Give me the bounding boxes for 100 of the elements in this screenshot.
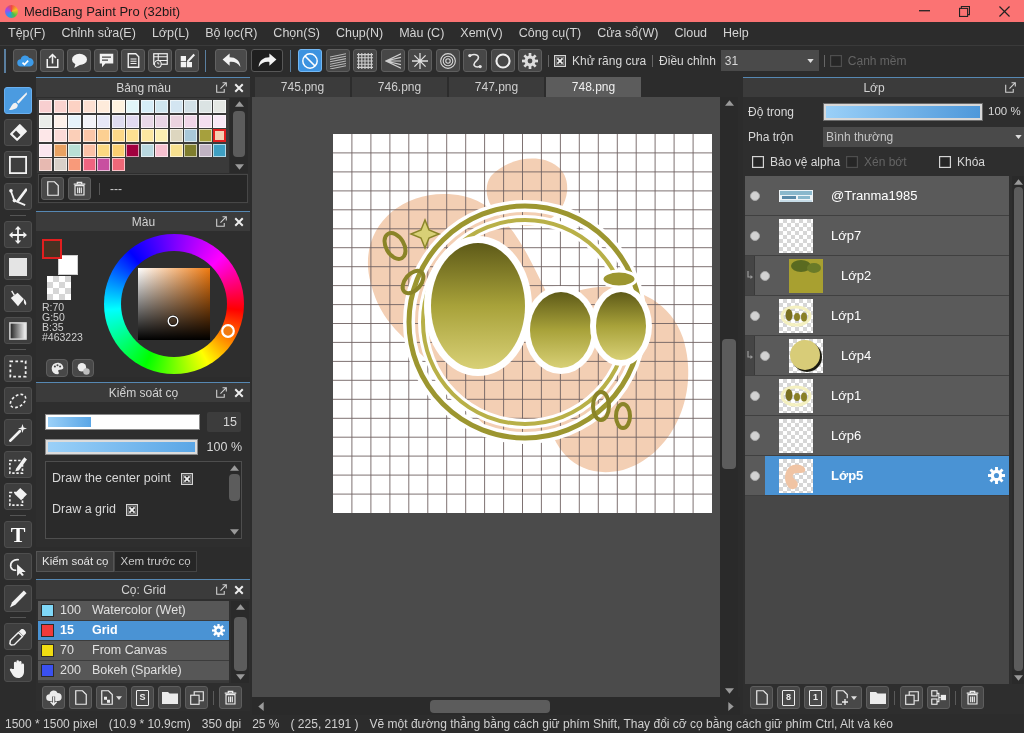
document-tab[interactable]: 747.png: [449, 77, 544, 97]
close-icon[interactable]: [998, 5, 1010, 17]
lasso-tool-button[interactable]: [4, 387, 32, 414]
scroll-thumb[interactable]: [233, 617, 247, 671]
script-button[interactable]: S: [131, 686, 154, 709]
minimize-icon[interactable]: [918, 10, 930, 12]
color-mix-button[interactable]: [72, 359, 94, 377]
correction-dropdown[interactable]: 31: [720, 50, 819, 71]
layer-row[interactable]: Lớp7: [745, 216, 1009, 256]
restore-icon[interactable]: [958, 5, 970, 17]
radial-snap-button[interactable]: [408, 49, 432, 72]
hand-tool-button[interactable]: [4, 655, 32, 682]
vertical-scrollbar[interactable]: [231, 601, 249, 683]
operation-tool-button[interactable]: [4, 553, 32, 580]
cloud-button[interactable]: [13, 49, 37, 72]
brush-tool-button[interactable]: [4, 87, 32, 114]
layout-button[interactable]: [175, 49, 199, 72]
palette-button[interactable]: [46, 359, 68, 377]
panel-tab[interactable]: Xem trước cọ: [114, 551, 197, 572]
transparent-color-swatch[interactable]: [47, 276, 71, 300]
magic-wand-tool-button[interactable]: [4, 419, 32, 446]
settings-icon[interactable]: [212, 624, 225, 637]
document-tab[interactable]: 745.png: [255, 77, 350, 97]
undock-icon[interactable]: [1005, 82, 1016, 93]
layer-row[interactable]: @Tranma1985: [745, 176, 1009, 216]
grid-snap-button[interactable]: [353, 49, 377, 72]
snap-off-button[interactable]: [298, 49, 322, 72]
menu-item[interactable]: Màu (C): [391, 22, 453, 45]
size-slider[interactable]: [45, 414, 200, 430]
comment-button[interactable]: [67, 49, 91, 72]
undock-icon[interactable]: [216, 584, 227, 595]
brush-row[interactable]: 200 Bokeh (Sparkle): [38, 661, 229, 681]
menu-item[interactable]: Lớp(L): [143, 22, 198, 45]
polyline-tool-button[interactable]: [4, 183, 32, 210]
circle-marker-icon[interactable]: [221, 324, 235, 338]
menu-item[interactable]: Tệp(F): [0, 22, 54, 45]
shape-tool-button[interactable]: [4, 151, 32, 178]
message-button[interactable]: [94, 49, 118, 72]
folder-button[interactable]: [158, 686, 181, 709]
snap-settings-button[interactable]: [518, 49, 542, 72]
brush-row[interactable]: 100 Watercolor (Wet): [38, 601, 229, 621]
menu-item[interactable]: Xem(V): [452, 22, 511, 45]
scroll-thumb[interactable]: [233, 111, 245, 157]
export-button[interactable]: [40, 49, 64, 72]
add-layer-button[interactable]: [831, 686, 862, 709]
menu-item[interactable]: Công cụ(T): [510, 22, 590, 45]
undock-icon[interactable]: [216, 387, 227, 398]
blend-mode-dropdown[interactable]: Bình thường: [823, 127, 1024, 147]
size-value-field[interactable]: 15: [207, 412, 241, 432]
new-1bit-layer-button[interactable]: 1: [804, 686, 827, 709]
merge-button[interactable]: [927, 686, 950, 709]
vanishing-point-snap-button[interactable]: [380, 49, 405, 72]
duplicate-button[interactable]: [900, 686, 923, 709]
menu-item[interactable]: Cửa sổ(W): [589, 22, 667, 45]
new-button[interactable]: [41, 177, 64, 200]
menu-item[interactable]: Help: [715, 22, 757, 45]
schedule-button[interactable]: [148, 49, 172, 72]
concentric-snap-button[interactable]: [435, 49, 460, 72]
folder-button[interactable]: [866, 686, 889, 709]
ring-icon[interactable]: [167, 315, 179, 327]
download-button[interactable]: [42, 686, 65, 709]
undock-icon[interactable]: [216, 216, 227, 227]
layer-row[interactable]: Lớp1: [745, 376, 1009, 416]
eyedropper-tool-button[interactable]: [4, 623, 32, 650]
parallel-snap-button[interactable]: [325, 49, 350, 72]
delete-button[interactable]: [961, 686, 984, 709]
undock-icon[interactable]: [216, 82, 227, 93]
duplicate-button[interactable]: [185, 686, 208, 709]
undo-button[interactable]: [215, 49, 247, 72]
select-tool-button[interactable]: [4, 355, 32, 382]
scroll-thumb[interactable]: [722, 339, 736, 469]
vertical-scrollbar[interactable]: [230, 98, 248, 173]
brush-row[interactable]: 70 From Canvas: [38, 641, 229, 661]
saturation-value-square[interactable]: [138, 268, 210, 340]
document-tab[interactable]: 748.png: [546, 77, 641, 97]
settings-icon[interactable]: [988, 467, 1005, 484]
color-swatch[interactable]: [213, 129, 226, 142]
new-8bit-layer-button[interactable]: 8: [777, 686, 800, 709]
page-button[interactable]: [121, 49, 145, 72]
gradient-tool-button[interactable]: [4, 317, 32, 344]
bucket-tool-button[interactable]: [4, 285, 32, 312]
menu-item[interactable]: Chọn(S): [265, 22, 328, 45]
layer-row[interactable]: Lớp2: [745, 256, 1009, 296]
delete-button[interactable]: [219, 686, 242, 709]
menu-item[interactable]: Chỉnh sửa(E): [53, 22, 144, 45]
eraser-tool-button[interactable]: [4, 119, 32, 146]
vertical-scrollbar[interactable]: [227, 462, 241, 538]
new-button[interactable]: [69, 686, 92, 709]
layer-row[interactable]: Lớp6: [745, 416, 1009, 456]
text-tool-button[interactable]: T: [4, 521, 32, 548]
fill-tool-button[interactable]: [4, 253, 32, 280]
select-pen-tool-button[interactable]: [4, 451, 32, 478]
circle-snap-button[interactable]: [490, 49, 515, 72]
panel-tab[interactable]: Kiểm soát cọ: [36, 551, 115, 572]
move-tool-button[interactable]: [4, 221, 32, 248]
menu-item[interactable]: Cloud: [666, 22, 716, 45]
vertical-scrollbar[interactable]: [1012, 176, 1024, 684]
add-brush-button[interactable]: [96, 686, 127, 709]
layer-row[interactable]: Lớp1: [745, 296, 1009, 336]
document-tab[interactable]: 746.png: [352, 77, 447, 97]
